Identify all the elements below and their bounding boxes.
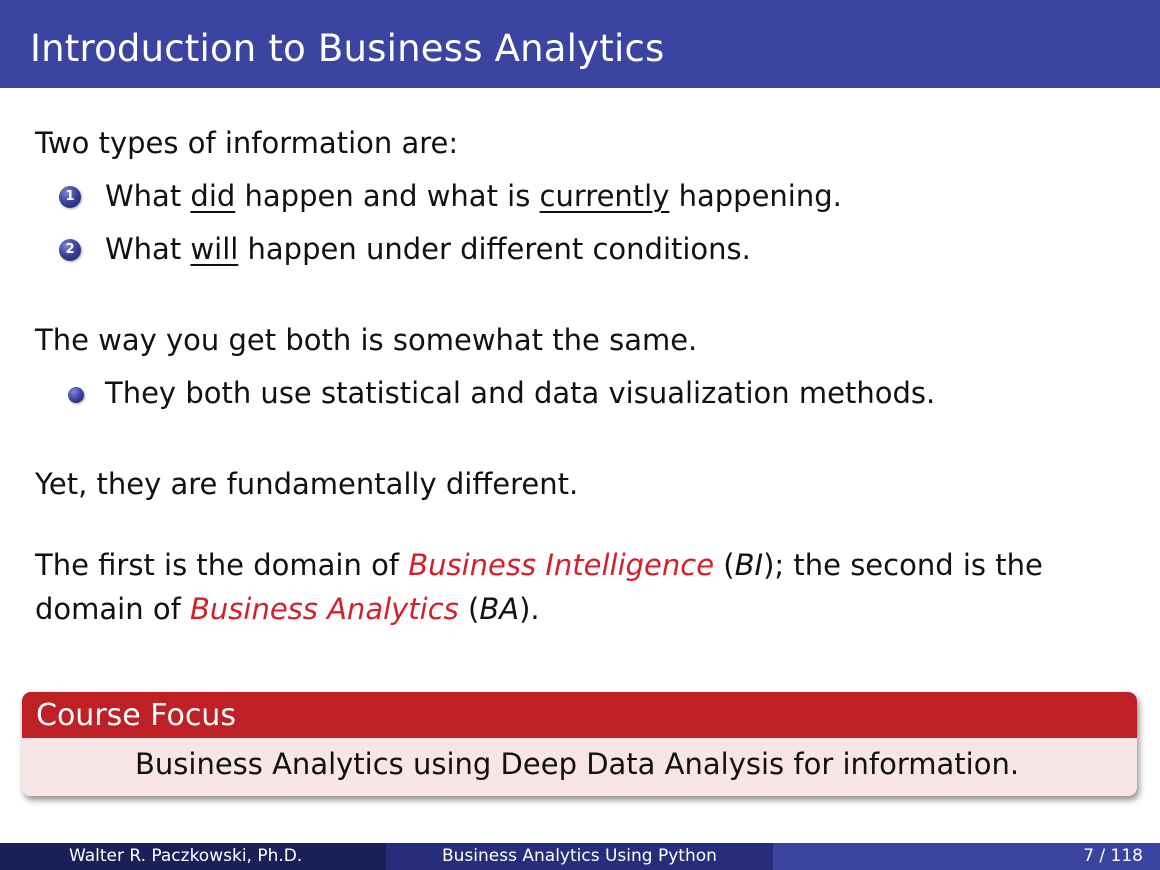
enum-item-1-currently: currently bbox=[539, 179, 670, 213]
ba-term: Business Analytics bbox=[190, 592, 459, 626]
intro-line: Two types of information are: bbox=[35, 126, 459, 160]
domain-para-line-1: The first is the domain of Business Inte… bbox=[35, 547, 1043, 583]
course-focus-header: Course Focus bbox=[22, 692, 1137, 738]
domain-text-6: ). bbox=[519, 592, 540, 626]
footer-author-segment: Walter R. Paczkowski, Ph.D. bbox=[0, 843, 386, 870]
course-focus-body: Business Analytics using Deep Data Analy… bbox=[22, 738, 1137, 796]
enum-number-2-icon: 2 bbox=[59, 239, 81, 261]
footer-page-number: 7 / 118 bbox=[1083, 846, 1143, 866]
enum-item-1: What did happen and what is currently ha… bbox=[105, 178, 842, 214]
bullet-item: They both use statistical and data visua… bbox=[105, 376, 936, 410]
enum-item-1-mid: happen and what is bbox=[235, 179, 540, 213]
enum-item-1-pre: What bbox=[105, 179, 191, 213]
course-focus-title: Course Focus bbox=[36, 698, 236, 733]
footer-course-segment: Business Analytics Using Python bbox=[386, 843, 773, 870]
enum-item-1-post: happening. bbox=[669, 179, 842, 213]
enum-item-2-pre: What bbox=[105, 232, 191, 266]
bi-term: Business Intelligence bbox=[408, 548, 715, 582]
domain-text-5: ( bbox=[458, 592, 480, 626]
ba-abbr: BA bbox=[479, 592, 520, 626]
course-focus-text: Business Analytics using Deep Data Analy… bbox=[135, 747, 1020, 781]
bullet-dot-icon bbox=[68, 387, 84, 403]
domain-para-line-2: domain of Business Analytics (BA). bbox=[35, 591, 540, 627]
domain-text-3: ); the second is the bbox=[763, 548, 1043, 582]
enum-item-2-will: will bbox=[190, 232, 239, 266]
enum-item-2: What will happen under different conditi… bbox=[105, 231, 751, 267]
slide-title-bar: Introduction to Business Analytics bbox=[0, 0, 1160, 88]
enum-number-1-icon: 1 bbox=[59, 186, 81, 208]
domain-text-4: domain of bbox=[35, 592, 190, 626]
footer-page-segment: 7 / 118 bbox=[773, 843, 1160, 870]
course-focus-block: Course Focus Business Analytics using De… bbox=[22, 692, 1137, 796]
domain-text-2: ( bbox=[714, 548, 735, 582]
slide-footer: Walter R. Paczkowski, Ph.D. Business Ana… bbox=[0, 843, 1160, 870]
slide-title: Introduction to Business Analytics bbox=[30, 27, 665, 70]
enum-item-2-post: happen under different conditions. bbox=[238, 232, 751, 266]
footer-author: Walter R. Paczkowski, Ph.D. bbox=[69, 846, 303, 866]
bi-abbr: BI bbox=[734, 548, 764, 582]
yet-line: Yet, they are fundamentally different. bbox=[35, 467, 579, 501]
domain-text-1: The first is the domain of bbox=[35, 548, 409, 582]
enum-item-1-did: did bbox=[190, 179, 236, 213]
footer-course: Business Analytics Using Python bbox=[442, 846, 717, 866]
way-line: The way you get both is somewhat the sam… bbox=[35, 323, 698, 357]
